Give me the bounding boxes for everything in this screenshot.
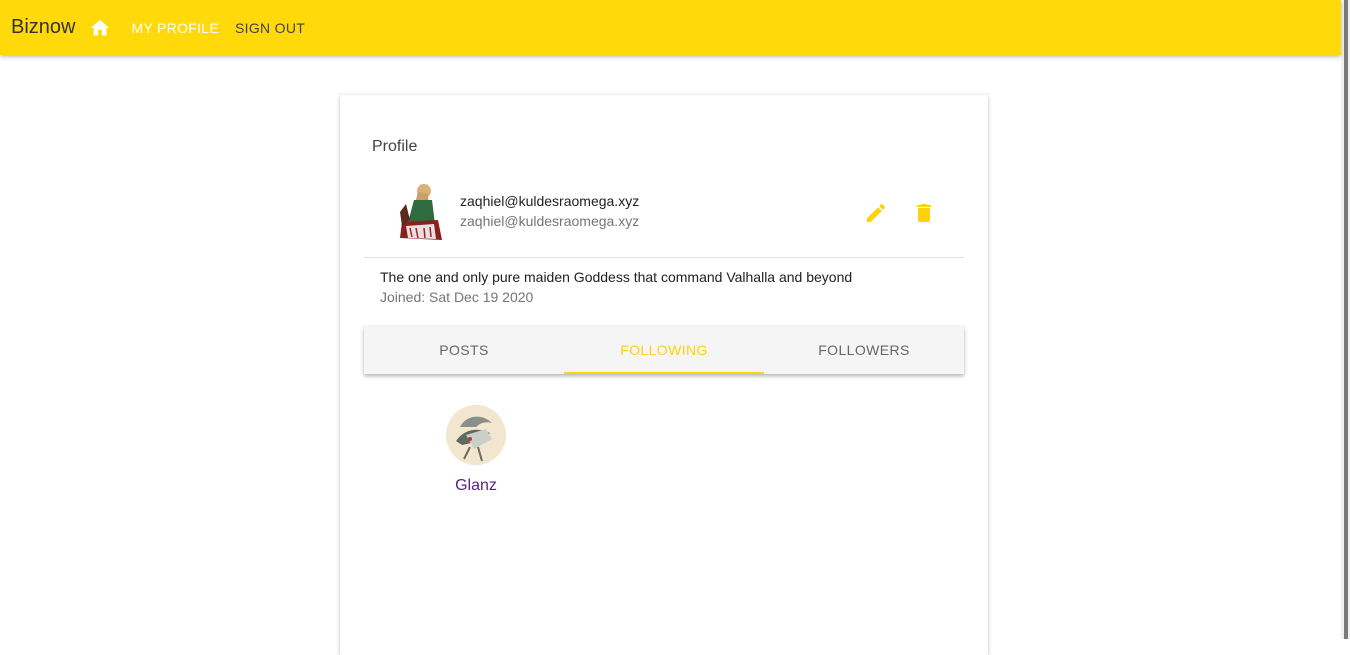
profile-card: Profile zaqhiel@kuldesraomega.xyz zaqhie… — [340, 95, 988, 655]
card-title: Profile — [372, 138, 418, 155]
tab-following[interactable]: FOLLOWING — [564, 326, 764, 374]
scrollbar-thumb[interactable] — [1344, 0, 1348, 639]
nav-my-profile[interactable]: MY PROFILE — [131, 20, 219, 36]
user-row: zaqhiel@kuldesraomega.xyz zaqhiel@kuldes… — [364, 175, 964, 255]
profile-tabs: POSTS FOLLOWING FOLLOWERS — [364, 326, 964, 374]
app-bar: Biznow MY PROFILE SIGN OUT — [0, 0, 1341, 55]
brand-title[interactable]: Biznow — [11, 16, 75, 39]
edit-icon[interactable] — [864, 201, 888, 225]
user-email: zaqhiel@kuldesraomega.xyz — [460, 193, 640, 209]
nav-sign-out[interactable]: SIGN OUT — [235, 20, 305, 36]
delete-icon[interactable] — [912, 201, 936, 225]
joined-date: Joined: Sat Dec 19 2020 — [380, 289, 534, 305]
following-avatar[interactable] — [446, 405, 506, 465]
avatar — [396, 182, 446, 242]
home-icon[interactable] — [89, 17, 111, 39]
profile-bio: The one and only pure maiden Goddess tha… — [380, 269, 853, 285]
divider — [364, 257, 964, 258]
following-name[interactable]: Glanz — [436, 477, 516, 495]
tab-posts[interactable]: POSTS — [364, 326, 564, 374]
user-subtitle: zaqhiel@kuldesraomega.xyz — [460, 213, 640, 229]
tab-followers[interactable]: FOLLOWERS — [764, 326, 964, 374]
following-item[interactable]: Glanz — [436, 405, 516, 495]
